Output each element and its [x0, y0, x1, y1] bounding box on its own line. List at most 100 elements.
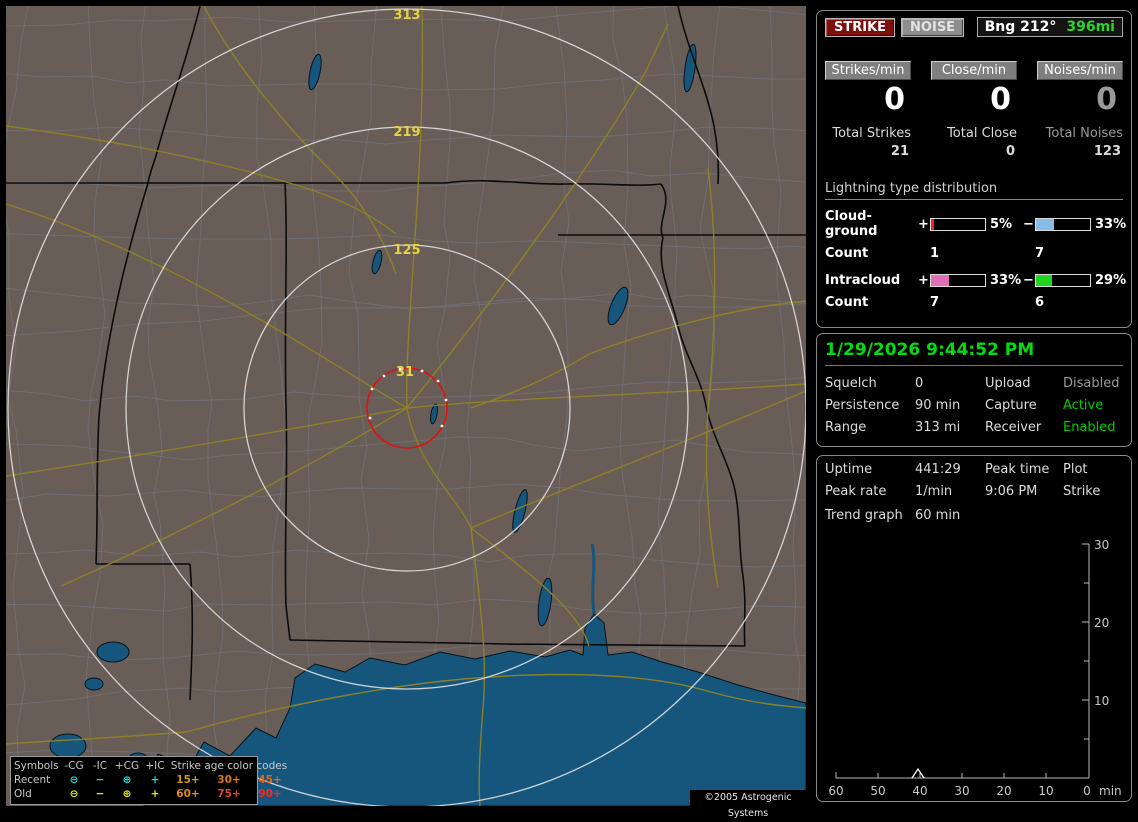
xtick-0: 0 — [1083, 784, 1091, 798]
marsh-lake — [49, 733, 87, 759]
ic-positive-bar-fill — [931, 275, 949, 286]
total-noises-value: 123 — [1093, 144, 1121, 159]
legend-row-label-recent: Recent — [14, 774, 51, 786]
status-grid: Squelch 0 Upload Disabled Persistence 90… — [825, 376, 1123, 435]
upload-status: Disabled — [1063, 376, 1120, 391]
peak-time-value: 9:06 PM — [985, 484, 1038, 499]
range-ring-label: 31 — [396, 365, 414, 380]
legend-col-pos-cg: +CG — [114, 760, 140, 772]
trend-spike — [911, 767, 925, 779]
plot-mode-value: Strike — [1063, 484, 1101, 499]
system-status-panel: 1/29/2026 9:44:52 PM Squelch 0 Upload Di… — [816, 333, 1132, 447]
pos-cg-recent-icon: ⊕ — [122, 774, 132, 786]
xtick-60: 60 — [828, 784, 843, 798]
trend-graph-setting: Trend graph 60 min — [825, 508, 1123, 523]
cg-positive-bar-fill — [931, 218, 934, 230]
plus-sign: + — [918, 273, 929, 288]
intracloud-row: Intracloud + 33% − 29% — [825, 273, 1126, 288]
trend-graph: 30 20 10 60 50 40 30 20 10 0 min — [828, 538, 1121, 798]
strikes-per-min-button[interactable]: Strikes/min — [825, 61, 911, 80]
uptime-value: 441:29 — [915, 462, 961, 477]
cg-positive-bar — [930, 217, 986, 231]
range-ring-label: 219 — [393, 125, 420, 140]
distribution-title: Lightning type distribution — [825, 181, 1123, 200]
pos-ic-old-icon: + — [150, 788, 160, 800]
plot-label: Plot — [1063, 462, 1088, 477]
range-ring-label: 313 — [393, 8, 420, 23]
ytick-20: 20 — [1094, 616, 1109, 630]
cg-negative-percent: 33% — [1095, 216, 1127, 232]
intracloud-label: Intracloud — [825, 273, 901, 288]
map-legend: Symbols -CG -IC +CG +IC Strike age color… — [10, 756, 287, 805]
total-noises-label: Total Noises — [1045, 126, 1123, 141]
rate-counters: Strikes/min 0 Total Strikes 21 Close/min… — [825, 61, 1123, 159]
neg-ic-old-icon: − — [95, 788, 105, 800]
close-per-min-button[interactable]: Close/min — [931, 61, 1017, 80]
noise-mode-button[interactable]: NOISE — [901, 17, 965, 37]
cg-positive-percent: 5% — [990, 216, 1013, 232]
xtick-10: 10 — [1038, 784, 1053, 798]
stats-grid: Uptime 441:29 Peak time Plot Peak rate 1… — [825, 462, 1123, 499]
total-strikes-value: 21 — [890, 144, 909, 159]
legend-row-label-old: Old — [14, 788, 32, 800]
map-panel: 313 219 125 31 Symbols -CG -IC +CG +IC S… — [6, 6, 806, 819]
trend-graph-value: 60 min — [915, 508, 961, 523]
cloud-ground-count-row: Count 1 7 — [825, 246, 1123, 261]
xtick-40: 40 — [912, 784, 927, 798]
peak-rate-label: Peak rate — [825, 484, 887, 499]
mode-button-row: STRIKE NOISE Bng 212° 396mi — [825, 17, 1123, 37]
capture-label: Capture — [985, 398, 1037, 413]
ic-positive-percent: 33% — [990, 273, 1022, 288]
xtick-30: 30 — [954, 784, 969, 798]
minus-sign: − — [1023, 216, 1034, 232]
squelch-label: Squelch — [825, 376, 877, 391]
capture-status: Active — [1063, 398, 1104, 413]
noises-per-min-value: 0 — [1096, 82, 1117, 117]
strike-mode-button[interactable]: STRIKE — [825, 17, 896, 37]
trend-graph-label: Trend graph — [825, 508, 903, 523]
lightning-type-distribution: Lightning type distribution Cloud-ground… — [825, 181, 1127, 310]
lake — [84, 677, 104, 691]
legend-col-pos-ic: +IC — [145, 760, 165, 772]
count-label: Count — [825, 295, 869, 310]
lake — [96, 641, 130, 663]
upload-label: Upload — [985, 376, 1031, 391]
plus-sign: + — [918, 216, 929, 232]
date-time-display: 1/29/2026 9:44:52 PM — [825, 340, 1123, 366]
ic-negative-bar-fill — [1036, 275, 1052, 286]
minus-sign: − — [1023, 273, 1034, 288]
count-label: Count — [825, 246, 869, 261]
cloud-ground-label: Cloud-ground — [825, 209, 878, 239]
ic-negative-count: 6 — [1035, 295, 1045, 310]
ic-positive-count: 7 — [930, 295, 940, 310]
uptime-label: Uptime — [825, 462, 873, 477]
receiver-label: Receiver — [985, 420, 1042, 435]
neg-cg-recent-icon: ⊖ — [69, 774, 79, 786]
persistence-value: 90 min — [915, 398, 961, 413]
range-value: 313 mi — [915, 420, 961, 435]
total-close-label: Total Close — [947, 126, 1017, 141]
age-30: 30+ — [217, 774, 241, 786]
age-60: 60+ — [176, 788, 200, 800]
age-15: 15+ — [176, 774, 200, 786]
river — [590, 543, 596, 615]
ytick-10: 10 — [1094, 694, 1109, 708]
squelch-value: 0 — [915, 376, 924, 391]
persistence-label: Persistence — [825, 398, 900, 413]
ic-positive-bar — [930, 274, 986, 287]
legend-age-title: Strike age color codes — [170, 760, 288, 772]
legend-col-neg-cg: -CG — [64, 760, 84, 772]
strikes-per-min-column: Strikes/min 0 Total Strikes 21 — [825, 61, 911, 159]
cg-negative-bar-fill — [1036, 218, 1054, 230]
trend-panel: Uptime 441:29 Peak time Plot Peak rate 1… — [816, 455, 1132, 802]
xtick-20: 20 — [996, 784, 1011, 798]
receiver-status: Enabled — [1063, 420, 1116, 435]
noises-per-min-column: Noises/min 0 Total Noises 123 — [1037, 61, 1123, 159]
ic-negative-bar — [1035, 274, 1091, 287]
strike-stats-panel: STRIKE NOISE Bng 212° 396mi Strikes/min … — [816, 10, 1132, 328]
total-strikes-label: Total Strikes — [832, 126, 911, 141]
noises-per-min-button[interactable]: Noises/min — [1037, 61, 1123, 80]
map-canvas[interactable]: 313 219 125 31 — [6, 6, 806, 806]
ytick-30: 30 — [1094, 538, 1109, 552]
range-label: Range — [825, 420, 867, 435]
